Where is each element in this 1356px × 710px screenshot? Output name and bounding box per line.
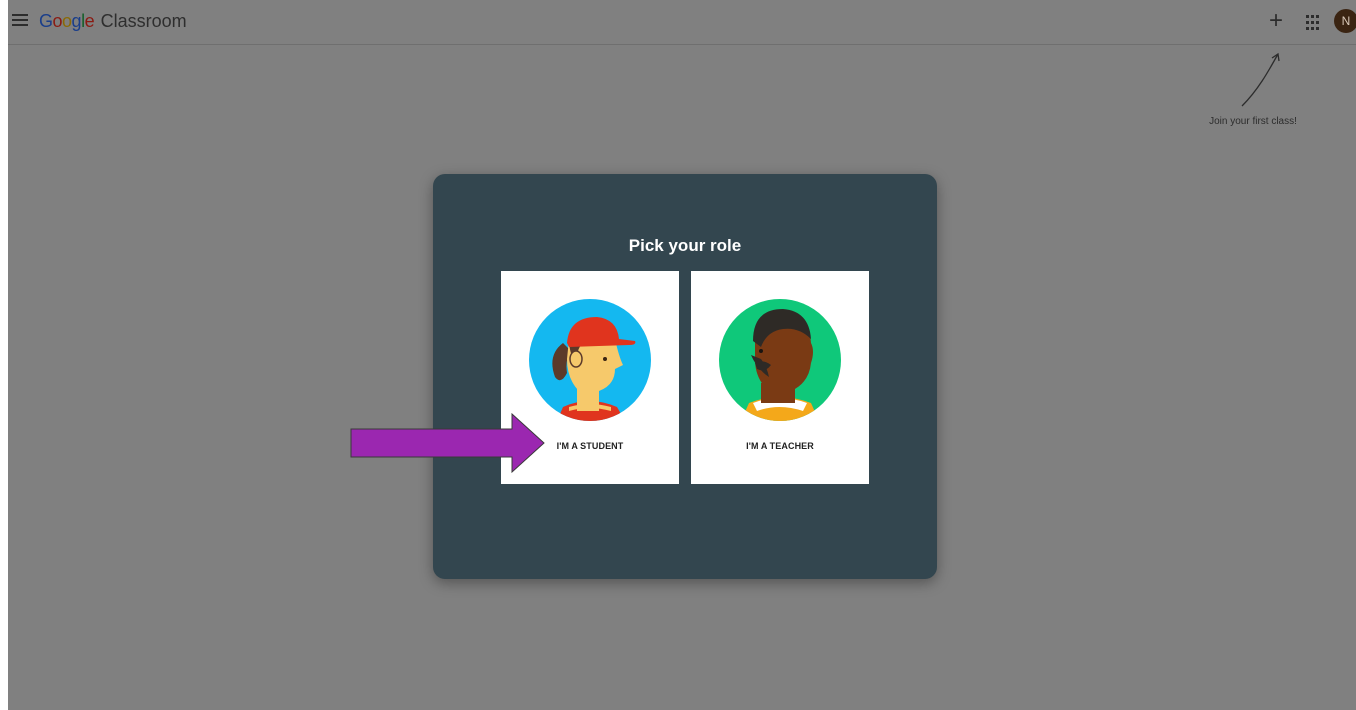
- student-illustration: [529, 299, 651, 421]
- product-name: Classroom: [100, 11, 187, 31]
- top-app-bar: Google Classroom + N: [8, 0, 1356, 45]
- join-class-hint: Join your first class!: [1209, 116, 1297, 127]
- pick-role-dialog: Pick your role I'M A STUDENT I'M A TEACH…: [433, 174, 937, 579]
- menu-icon[interactable]: [12, 12, 28, 28]
- google-classroom-logo[interactable]: Google Classroom: [39, 10, 187, 32]
- teacher-role-card[interactable]: I'M A TEACHER: [691, 271, 869, 484]
- plus-icon[interactable]: +: [1264, 9, 1288, 33]
- hint-arrow-icon: [1241, 52, 1280, 107]
- teacher-role-label: I'M A TEACHER: [746, 441, 814, 451]
- annotation-arrow-icon: [350, 413, 545, 473]
- apps-grid-icon[interactable]: [1304, 13, 1324, 33]
- teacher-illustration: [719, 299, 841, 421]
- avatar[interactable]: N: [1334, 9, 1356, 33]
- google-wordmark: Google: [39, 11, 95, 31]
- app-background: Google Classroom + N Join your first cla…: [8, 0, 1356, 710]
- dialog-title: Pick your role: [628, 236, 742, 255]
